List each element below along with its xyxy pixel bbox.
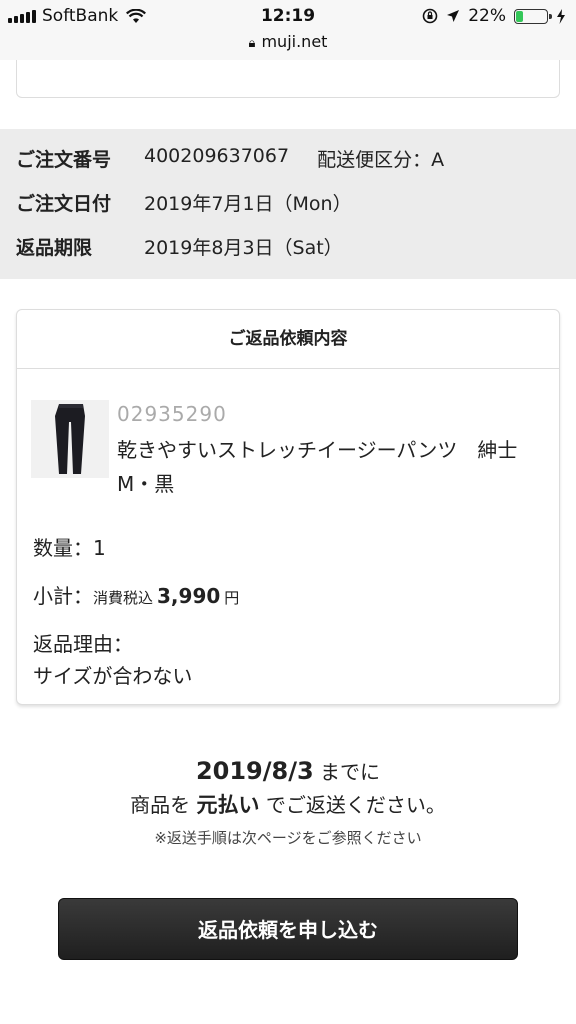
return-request-card: ご返品依頼内容 02935290 乾きやすいストレッチイージーパンツ 紳士 M・… [16, 309, 560, 705]
product-image[interactable] [31, 400, 109, 478]
lock-icon: 🔒︎ [248, 36, 256, 51]
status-bar-right: 22% [422, 6, 566, 26]
quantity: 数量：1 [33, 536, 106, 560]
subtotal-label: 小計： [33, 584, 93, 608]
subtotal-tax-note: 消費税込 [93, 589, 154, 607]
return-deadline: 2019年8月3日（Sat） [144, 237, 343, 259]
deadline-date: 2019/8/3 [195, 757, 314, 785]
battery-percent: 22% [468, 6, 506, 26]
delivery-type: 配送便区分：A [317, 149, 445, 171]
return-reason-label: 返品理由： [33, 632, 133, 656]
deadline-suffix: までに [313, 760, 381, 784]
orientation-lock-icon [422, 8, 438, 24]
order-date: 2019年7月1日（Mon） [144, 193, 352, 215]
status-bar: SoftBank 12:19 22% [0, 0, 576, 32]
charging-icon [557, 8, 565, 24]
return-reason-value: サイズが合わない [33, 664, 193, 688]
return-request-title: ご返品依頼内容 [17, 310, 559, 369]
url-domain: muji.net [261, 32, 328, 51]
order-info-section: ご注文番号 400209637067 配送便区分：A ご注文日付 2019年7月… [0, 129, 576, 279]
product-variant: M・黒 [117, 472, 175, 496]
order-number-row: ご注文番号 400209637067 配送便区分：A [16, 145, 444, 172]
method-payment-type: 元払い [196, 793, 260, 817]
order-number: 400209637067 [144, 145, 290, 167]
shipping-method-notice: 商品を 元払い でご返送ください。 [0, 789, 576, 819]
subtotal: 小計：消費税込 3,990 円 [33, 580, 239, 609]
order-date-row: ご注文日付 2019年7月1日（Mon） [16, 189, 352, 216]
battery-icon [514, 8, 552, 24]
location-icon [447, 10, 460, 22]
payment-refund-card [16, 60, 560, 98]
return-procedure-note: ※返送手順は次ページをご参照ください [154, 829, 422, 847]
subtotal-amount: 3,990 [157, 584, 221, 608]
return-deadline-label: 返品期限 [16, 237, 93, 259]
subtotal-currency: 円 [224, 589, 240, 607]
return-deadline-row: 返品期限 2019年8月3日（Sat） [16, 233, 343, 260]
product-code: 02935290 [117, 402, 227, 426]
product-name: 乾きやすいストレッチイージーパンツ 紳士 [117, 438, 518, 462]
order-date-label: ご注文日付 [16, 193, 112, 215]
order-number-label: ご注文番号 [16, 149, 112, 171]
method-prefix: 商品を [130, 793, 197, 817]
submit-return-request-button[interactable]: 返品依頼を申し込む [58, 898, 518, 960]
url-bar[interactable]: 🔒︎ muji.net [0, 32, 576, 60]
return-deadline-notice: 2019/8/3 までに [0, 756, 576, 785]
method-suffix: でご返送ください。 [259, 793, 446, 817]
